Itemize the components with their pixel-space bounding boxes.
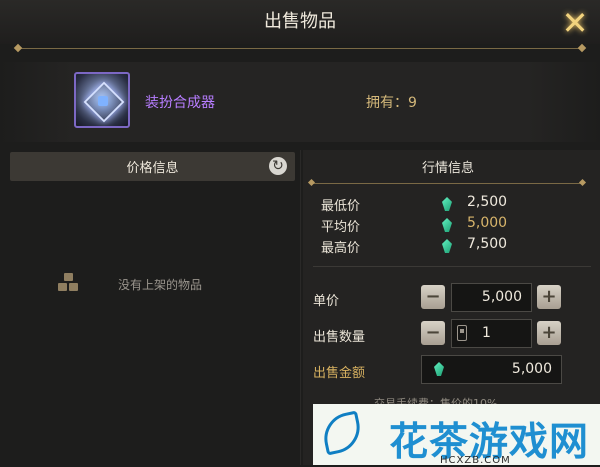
quantity-minus-button[interactable]: − (421, 321, 445, 345)
divider-ornament-right (577, 43, 587, 53)
quantity-value: 1 (482, 325, 491, 341)
window-title: 出售物品 (0, 0, 600, 44)
average-price-value: 5,000 (467, 215, 508, 231)
highest-price-value: 7,500 (467, 236, 508, 252)
lowest-price-value: 2,500 (467, 194, 508, 210)
unit-price-input[interactable]: 5,000 (451, 283, 532, 312)
price-info-header: 价格信息 ↻ (10, 152, 295, 181)
close-icon[interactable]: ✕ (558, 4, 592, 42)
divider-ornament-left (13, 43, 23, 53)
owned-count: 拥有：9 (366, 95, 417, 111)
average-price-label: 平均价 (321, 220, 361, 235)
empty-box-icon (58, 273, 80, 293)
panel-divider (300, 150, 301, 465)
cube-core (98, 96, 108, 106)
quantity-plus-button[interactable]: + (537, 321, 561, 345)
item-name: 装扮合成器 (145, 95, 215, 111)
unit-price-plus-button[interactable]: + (537, 285, 561, 309)
price-info-label: 价格信息 (126, 161, 179, 176)
market-title-divider (312, 183, 582, 184)
sale-total-value: 5,000 (511, 361, 552, 377)
market-separator (313, 266, 591, 267)
market-title: 行情信息 (421, 161, 474, 176)
unit-price-label: 单价 (313, 294, 340, 309)
leaf-logo-icon (319, 410, 365, 456)
sale-quantity-label: 出售数量 (313, 330, 366, 345)
item-icon[interactable] (74, 72, 130, 128)
highest-price-label: 最高价 (321, 241, 361, 256)
watermark-url: HCXZB.COM (440, 455, 511, 466)
empty-listings-text: 没有上架的物品 (118, 278, 203, 292)
title-divider (18, 48, 580, 49)
sale-total-label: 出售金额 (313, 366, 366, 381)
quantity-icon (457, 325, 467, 341)
unit-price-minus-button[interactable]: − (421, 285, 445, 309)
refresh-icon[interactable]: ↻ (269, 157, 287, 175)
site-watermark: 花茶游戏网 HCXZB.COM (313, 404, 600, 466)
item-row: 装扮合成器 拥有：9 (0, 62, 600, 142)
lowest-price-label: 最低价 (321, 199, 361, 214)
